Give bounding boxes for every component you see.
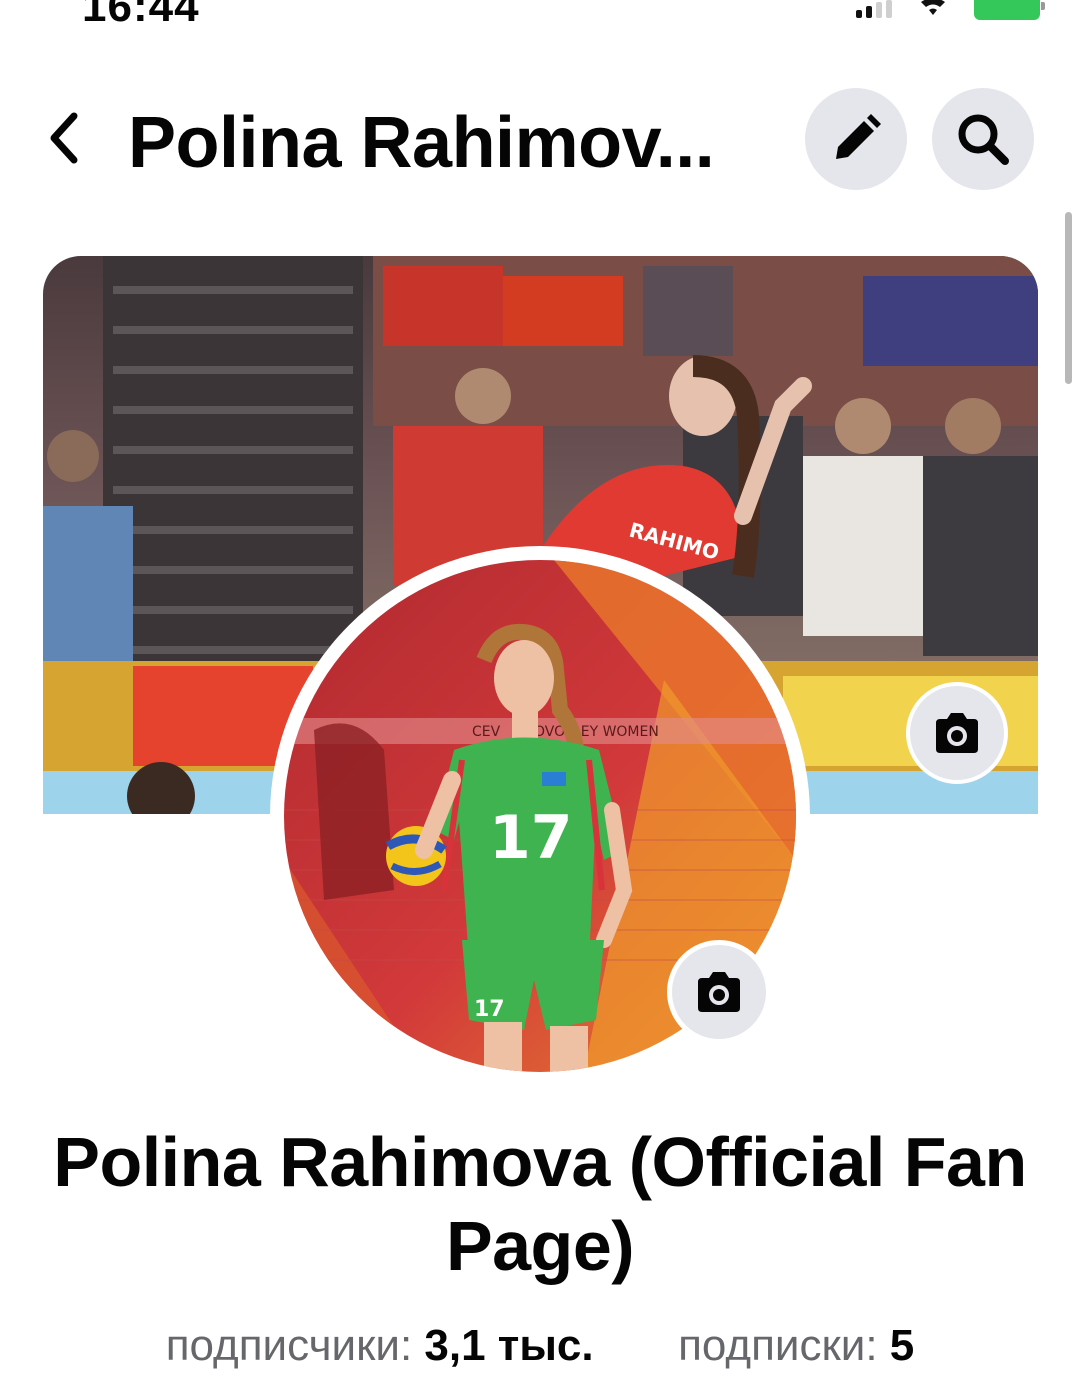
pencil-icon: [836, 114, 881, 159]
status-time: 16:44: [82, 0, 200, 31]
back-button[interactable]: [36, 106, 92, 170]
page-title: Polina Rahimov...: [128, 103, 715, 183]
page-name: Polina Rahimova (Official Fan Page): [53, 1123, 1027, 1285]
following-label: подписки:: [678, 1321, 878, 1370]
status-icons: [856, 0, 1045, 20]
cellular-signal-icon: [856, 0, 892, 18]
page-stats: подписчики: 3,1 тыс. подписки: 5: [0, 1316, 1080, 1376]
profile-camera-button[interactable]: [667, 940, 771, 1044]
camera-icon: [698, 972, 740, 1012]
chevron-left-icon: [50, 112, 78, 164]
shorts-number: 17: [474, 997, 505, 1022]
banner-text-2: CEV: [472, 724, 501, 740]
followers-label: подписчики:: [165, 1321, 413, 1370]
camera-icon: [936, 713, 978, 753]
search-button[interactable]: [932, 88, 1034, 190]
cover-camera-button[interactable]: [906, 682, 1008, 784]
page-header: Polina Rahimov...: [0, 80, 1080, 200]
jersey-number: 17: [489, 803, 573, 873]
wifi-icon: [918, 0, 948, 18]
scrollbar[interactable]: [1065, 212, 1072, 384]
following-count[interactable]: 5: [890, 1321, 914, 1370]
edit-button[interactable]: [805, 88, 907, 190]
search-icon: [958, 114, 1009, 165]
followers-count[interactable]: 3,1 тыс.: [424, 1321, 593, 1370]
battery-charging-icon: [974, 0, 1045, 20]
status-bar: 16:44: [0, 0, 1080, 31]
banner-text: OVOLLEY WOMEN: [534, 724, 659, 740]
